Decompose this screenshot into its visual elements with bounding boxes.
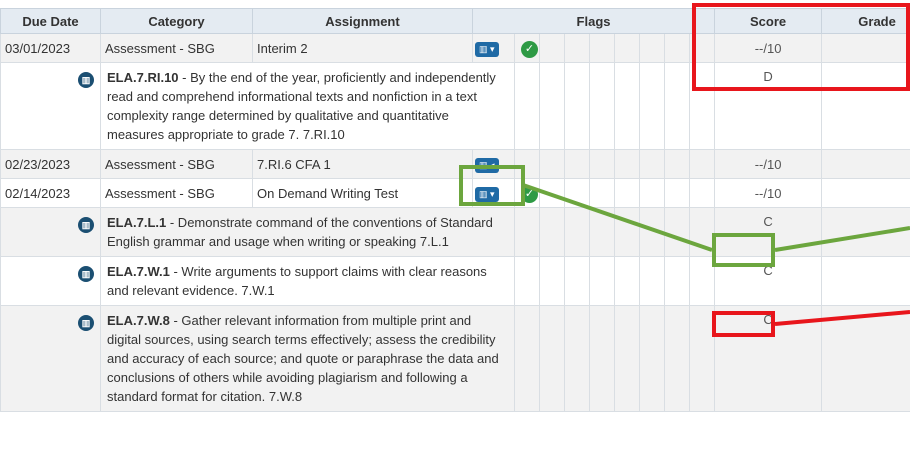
annotation-connector (774, 226, 910, 252)
annotation-connector (522, 183, 713, 252)
annotation-lines (522, 183, 910, 326)
annotation-connector (774, 310, 910, 326)
